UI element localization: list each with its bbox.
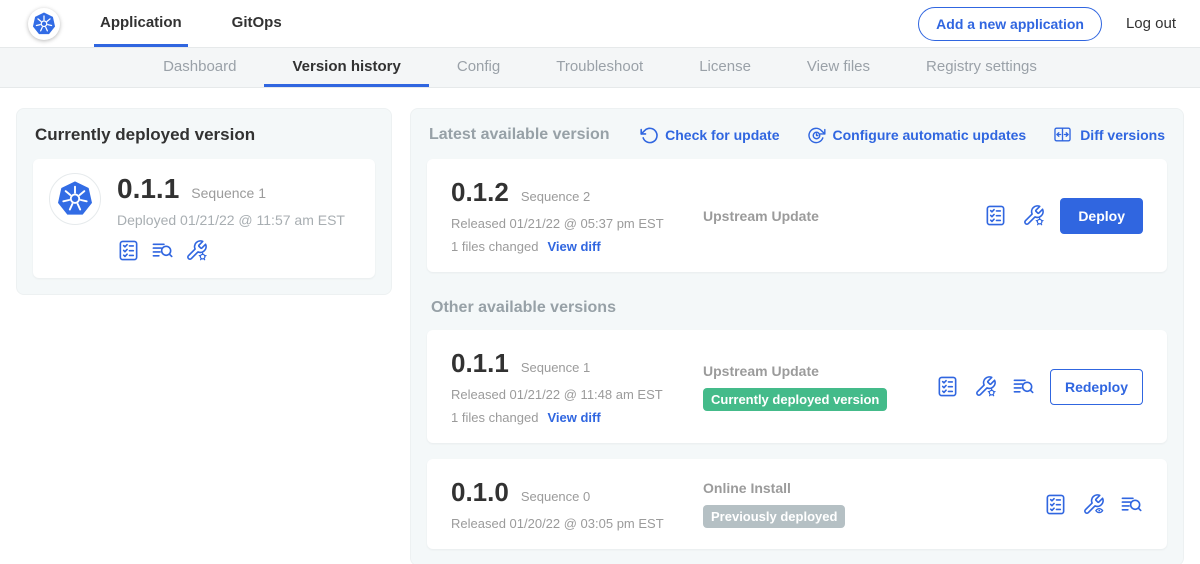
version-sequence: Sequence 2 <box>521 189 590 204</box>
tab-view-files[interactable]: View files <box>779 48 898 87</box>
available-versions-card: Latest available version Check for updat… <box>410 108 1184 564</box>
version-actions: Check for update Configure automatic upd… <box>640 125 1165 145</box>
files-changed: 1 files changed <box>451 239 538 254</box>
deployed-timestamp: Deployed 01/21/22 @ 11:57 am EST <box>117 212 345 228</box>
version-row-0.1.1: 0.1.1 Sequence 1 Released 01/21/22 @ 11:… <box>427 330 1167 443</box>
version-actions <box>1044 493 1143 516</box>
version-number: 0.1.2 <box>451 177 509 208</box>
currently-deployed-card: Currently deployed version <box>16 108 392 295</box>
refresh-icon <box>640 126 658 144</box>
top-bar: Application GitOps Add a new application… <box>0 0 1200 47</box>
deploy-logs-icon[interactable] <box>1120 493 1143 516</box>
kubernetes-helm-icon <box>55 179 95 219</box>
version-row-0.1.0: 0.1.0 Sequence 0 Released 01/20/22 @ 03:… <box>427 459 1167 549</box>
diff-versions-label: Diff versions <box>1080 127 1165 143</box>
app-logo-badge <box>28 8 60 40</box>
version-sequence: Sequence 1 <box>521 360 590 375</box>
tab-license[interactable]: License <box>671 48 779 87</box>
preflight-checks-icon[interactable] <box>936 375 959 398</box>
currently-deployed-badge: Currently deployed version <box>703 388 887 411</box>
top-bar-actions: Add a new application Log out <box>918 0 1176 47</box>
source-label: Upstream Update <box>703 363 926 379</box>
version-source: Upstream Update Currently deployed versi… <box>703 363 936 411</box>
tab-dashboard[interactable]: Dashboard <box>135 48 264 87</box>
add-application-button[interactable]: Add a new application <box>918 7 1102 41</box>
kubernetes-helm-icon <box>31 11 57 37</box>
previously-deployed-badge: Previously deployed <box>703 505 845 528</box>
view-diff-link[interactable]: View diff <box>547 239 600 254</box>
latest-available-title: Latest available version <box>429 126 610 144</box>
configure-auto-updates-label: Configure automatic updates <box>833 127 1027 143</box>
version-actions: Deploy <box>984 198 1143 234</box>
tab-label: Version history <box>292 58 400 75</box>
deploy-button[interactable]: Deploy <box>1060 198 1143 234</box>
nav-item-application[interactable]: Application <box>94 0 188 47</box>
version-info: 0.1.1 Sequence 1 Released 01/21/22 @ 11:… <box>451 348 703 425</box>
deployed-sequence: Sequence 1 <box>191 185 266 201</box>
deployed-action-icons <box>117 239 345 262</box>
nav-item-label: GitOps <box>232 14 282 31</box>
app-logo <box>49 173 101 225</box>
kots-admin-console: Application GitOps Add a new application… <box>0 0 1200 564</box>
version-source: Upstream Update <box>703 208 984 224</box>
view-config-icon[interactable] <box>1082 493 1105 516</box>
released-timestamp: Released 01/20/22 @ 03:05 pm EST <box>451 516 703 531</box>
tab-label: License <box>699 58 751 75</box>
released-timestamp: Released 01/21/22 @ 05:37 pm EST <box>451 216 703 231</box>
deployed-version-card: 0.1.1 Sequence 1 Deployed 01/21/22 @ 11:… <box>33 159 375 278</box>
other-versions-title: Other available versions <box>431 299 1163 317</box>
edit-config-icon[interactable] <box>1022 204 1045 227</box>
diff-versions-link[interactable]: Diff versions <box>1053 125 1165 145</box>
version-history-page: Currently deployed version <box>0 88 1200 564</box>
tab-label: View files <box>807 58 870 75</box>
preflight-checks-icon[interactable] <box>1044 493 1067 516</box>
tab-label: Config <box>457 58 500 75</box>
preflight-checks-icon[interactable] <box>117 239 140 262</box>
redeploy-button[interactable]: Redeploy <box>1050 369 1143 405</box>
version-number: 0.1.1 <box>451 348 509 379</box>
source-label: Upstream Update <box>703 208 974 224</box>
check-for-update-label: Check for update <box>665 127 779 143</box>
tab-label: Troubleshoot <box>556 58 643 75</box>
edit-config-icon[interactable] <box>185 239 208 262</box>
deploy-logs-icon[interactable] <box>151 239 174 262</box>
logout-link[interactable]: Log out <box>1126 15 1176 32</box>
nav-item-gitops[interactable]: GitOps <box>226 0 288 47</box>
check-for-update-link[interactable]: Check for update <box>640 125 779 145</box>
version-number: 0.1.0 <box>451 477 509 508</box>
deployed-version-info: 0.1.1 Sequence 1 Deployed 01/21/22 @ 11:… <box>117 173 345 262</box>
version-info: 0.1.2 Sequence 2 Released 01/21/22 @ 05:… <box>451 177 703 254</box>
view-diff-link[interactable]: View diff <box>547 410 600 425</box>
deploy-logs-icon[interactable] <box>1012 375 1035 398</box>
nav-item-label: Application <box>100 14 182 31</box>
currently-deployed-title: Currently deployed version <box>35 125 373 145</box>
tab-label: Registry settings <box>926 58 1037 75</box>
tab-version-history[interactable]: Version history <box>264 48 428 87</box>
version-row-0.1.2: 0.1.2 Sequence 2 Released 01/21/22 @ 05:… <box>427 159 1167 272</box>
released-timestamp: Released 01/21/22 @ 11:48 am EST <box>451 387 703 402</box>
tab-registry-settings[interactable]: Registry settings <box>898 48 1065 87</box>
version-source: Online Install Previously deployed <box>703 480 1044 528</box>
primary-nav: Application GitOps <box>94 0 326 47</box>
files-changed: 1 files changed <box>451 410 538 425</box>
tab-label: Dashboard <box>163 58 236 75</box>
app-tab-bar: Dashboard Version history Config Trouble… <box>0 47 1200 88</box>
edit-config-icon[interactable] <box>974 375 997 398</box>
clock-refresh-icon <box>807 126 826 145</box>
version-actions: Redeploy <box>936 369 1143 405</box>
version-sequence: Sequence 0 <box>521 489 590 504</box>
diff-icon <box>1053 125 1073 145</box>
deployed-version-number: 0.1.1 <box>117 173 179 205</box>
tab-troubleshoot[interactable]: Troubleshoot <box>528 48 671 87</box>
available-versions-header: Latest available version Check for updat… <box>429 125 1165 145</box>
tab-config[interactable]: Config <box>429 48 528 87</box>
version-info: 0.1.0 Sequence 0 Released 01/20/22 @ 03:… <box>451 477 703 531</box>
configure-auto-updates-link[interactable]: Configure automatic updates <box>807 125 1027 145</box>
source-label: Online Install <box>703 480 1034 496</box>
preflight-checks-icon[interactable] <box>984 204 1007 227</box>
